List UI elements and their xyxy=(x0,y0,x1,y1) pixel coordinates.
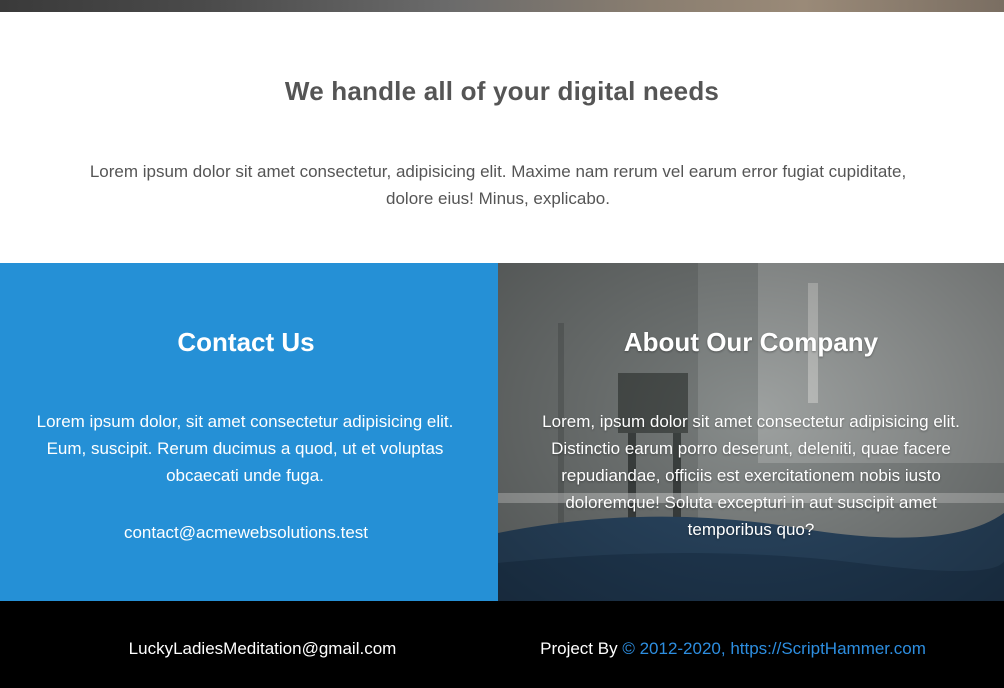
intro-title: We handle all of your digital needs xyxy=(284,76,720,106)
about-title: About Our Company xyxy=(623,327,879,357)
contact-text: Lorem ipsum dolor, sit amet consectetur … xyxy=(36,412,454,485)
intro-text: Lorem ipsum dolor sit amet consectetur, … xyxy=(89,162,907,208)
hero-image-strip xyxy=(0,0,1004,12)
intro-section: We handle all of your digital needs Lore… xyxy=(0,12,1004,263)
contact-email-link[interactable]: contact@acmewebsolutions.test xyxy=(0,523,492,543)
contact-section: Contact Us Lorem ipsum dolor, sit amet c… xyxy=(0,263,498,601)
footer-email-container: LuckyLadiesMeditation@gmail.com xyxy=(0,639,525,659)
contact-title: Contact Us xyxy=(177,327,315,357)
footer-credit-link[interactable]: © 2012-2020, https://ScriptHammer.com xyxy=(622,639,926,658)
about-text: Lorem, ipsum dolor sit amet consectetur … xyxy=(542,412,960,539)
footer-email-link[interactable]: LuckyLadiesMeditation@gmail.com xyxy=(129,639,397,658)
project-by-label: Project By xyxy=(540,639,618,658)
footer-credit: Project By © 2012-2020, https://ScriptHa… xyxy=(466,639,1000,659)
footer: LuckyLadiesMeditation@gmail.com Project … xyxy=(0,601,1004,688)
about-section: About Our Company Lorem, ipsum dolor sit… xyxy=(498,263,1004,601)
